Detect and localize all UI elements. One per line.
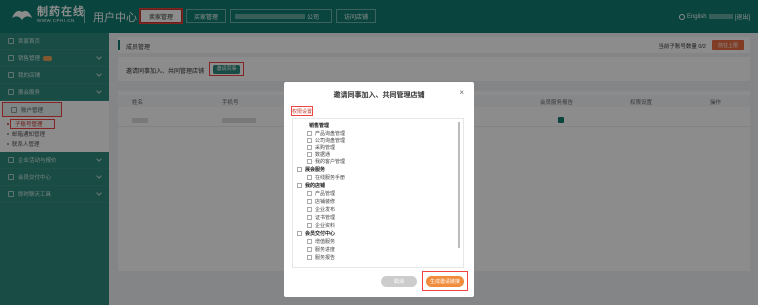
checkbox[interactable] (307, 207, 312, 212)
checkbox[interactable] (307, 159, 312, 164)
checkbox[interactable] (297, 183, 302, 188)
checkbox[interactable] (307, 191, 312, 196)
checkbox[interactable] (307, 138, 312, 143)
checkbox[interactable] (297, 231, 302, 236)
tree-scrollbar[interactable] (458, 122, 460, 248)
tree-group-store[interactable]: 我的店铺 (297, 182, 325, 189)
tree-item[interactable]: 服务报告 (307, 254, 335, 261)
tree-group-sales: 销售管理 (309, 123, 330, 129)
checkbox[interactable] (307, 255, 312, 260)
tree-item[interactable]: 证书管理 (307, 214, 335, 221)
checkbox[interactable] (307, 239, 312, 244)
tree-item[interactable]: 企业发布 (307, 206, 335, 213)
checkbox[interactable] (307, 175, 312, 180)
checkbox[interactable] (307, 152, 312, 157)
tree-item[interactable]: 我的客户管理 (307, 158, 345, 165)
permissions-label: 权限设置 (291, 106, 313, 116)
modal-title: 邀请同事加入、共同管理店铺 (333, 92, 425, 99)
invite-modal: 邀请同事加入、共同管理店铺 × 权限设置 销售管理 产品询盘管理 公司询盘管理 … (284, 82, 474, 297)
tree-item[interactable]: 产品管理 (307, 190, 335, 197)
tree-item[interactable]: 服务进度 (307, 246, 335, 253)
checkbox[interactable] (307, 223, 312, 228)
generate-button-highlight: 生成邀请链接 (422, 271, 468, 291)
checkbox[interactable] (307, 215, 312, 220)
tree-item[interactable]: 在线服务手册 (307, 174, 345, 181)
checkbox[interactable] (297, 167, 302, 172)
tree-group-delivery[interactable]: 会员交付中心 (297, 230, 335, 237)
checkbox[interactable] (307, 145, 312, 150)
tree-item[interactable]: 企业资料 (307, 222, 335, 229)
tree-item[interactable]: 数据通 (307, 151, 330, 158)
checkbox[interactable] (307, 199, 312, 204)
tree-item[interactable]: 增值服务 (307, 238, 335, 245)
tree-group-exhibition[interactable]: 展会服务 (297, 166, 325, 173)
generate-invite-link-button[interactable]: 生成邀请链接 (426, 276, 464, 287)
checkbox[interactable] (307, 247, 312, 252)
checkbox[interactable] (307, 131, 312, 136)
tree-item[interactable]: 店铺装修 (307, 198, 335, 205)
tree-item[interactable]: 公司询盘管理 (307, 137, 345, 144)
tree-item[interactable]: 采购管理 (307, 144, 335, 151)
permissions-tree: 销售管理 产品询盘管理 公司询盘管理 采购管理 数据通 我的客户管理 展会服务 … (292, 118, 464, 268)
tree-item[interactable]: 产品询盘管理 (307, 130, 345, 137)
cancel-button[interactable]: 取消 (381, 276, 417, 287)
close-icon[interactable]: × (459, 88, 464, 97)
